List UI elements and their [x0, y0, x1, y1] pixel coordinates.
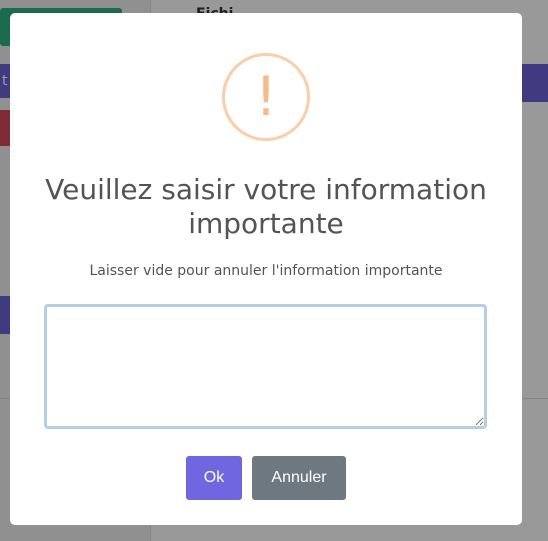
dialog-title: Veuillez saisir votre information import… [45, 173, 487, 240]
information-textarea[interactable] [44, 304, 487, 429]
cancel-button[interactable]: Annuler [252, 456, 346, 500]
dialog-description: Laisser vide pour annuler l'information … [89, 263, 443, 279]
ok-button[interactable]: Ok [186, 456, 242, 500]
exclamation-icon: ! [222, 53, 310, 141]
exclamation-glyph: ! [255, 65, 277, 128]
prompt-dialog: ! Veuillez saisir votre information impo… [10, 13, 522, 525]
